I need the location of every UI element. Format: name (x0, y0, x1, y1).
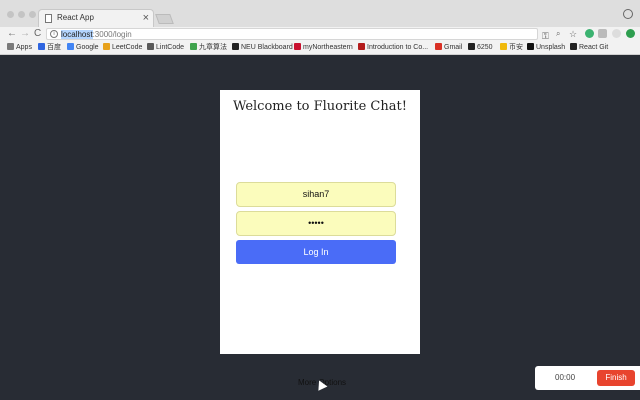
bookmark-label: 九章算法 (199, 44, 227, 51)
finish-button[interactable]: Finish (597, 370, 635, 386)
extension-green-icon[interactable] (585, 29, 594, 38)
bookmark-item[interactable]: 币安 (500, 43, 523, 52)
extension-download-icon[interactable] (626, 29, 635, 38)
bookmark-label: Unsplash (536, 44, 566, 51)
bookmark-icon (570, 43, 577, 50)
bookmark-icon (190, 43, 197, 50)
window-maximize-dot[interactable] (29, 11, 36, 18)
extension-gray-icon[interactable] (598, 29, 607, 38)
bookmark-icon (500, 43, 507, 50)
bookmark-item[interactable]: NEU Blackboard (232, 43, 293, 52)
bookmark-item[interactable]: Apps (7, 43, 32, 52)
tab-title: React App (57, 13, 94, 22)
browser-titlebar: React App × (0, 0, 640, 27)
bookmark-icon (294, 43, 301, 50)
window-minimize-dot[interactable] (18, 11, 25, 18)
bookmark-item[interactable]: Unsplash (527, 43, 565, 52)
zoom-icon[interactable]: ⌕ (556, 29, 560, 39)
reload-button[interactable]: C (34, 27, 41, 41)
extension-circle-icon[interactable] (612, 29, 621, 38)
bookmark-label: Gmail (444, 44, 463, 51)
new-tab-button[interactable] (155, 14, 174, 24)
bookmark-label: LintCode (156, 44, 185, 51)
window-close-dot[interactable] (7, 11, 14, 18)
bookmark-icon (103, 43, 110, 50)
bookmark-item[interactable]: myNortheastern (294, 43, 353, 52)
login-button[interactable]: Log In (236, 240, 396, 264)
bookmark-label: NEU Blackboard (241, 44, 293, 51)
recorder-panel: 00:00 Finish (535, 366, 640, 390)
bookmark-icon (435, 43, 442, 50)
bookmark-label: 6250 (477, 44, 493, 51)
bookmark-label: 币安 (509, 44, 523, 51)
tab-close-icon[interactable]: × (143, 11, 149, 25)
forward-button[interactable]: → (20, 27, 30, 41)
bookmark-item[interactable]: Gmail (435, 43, 462, 52)
username-input[interactable]: sihan7 (236, 182, 396, 207)
bookmark-label: Apps (16, 44, 32, 51)
bookmark-item[interactable]: 百度 (38, 43, 61, 52)
bookmark-item[interactable]: LintCode (147, 43, 184, 52)
bookmark-icon (67, 43, 74, 50)
bookmark-icon (232, 43, 239, 50)
bookmark-label: React Git (579, 44, 609, 51)
password-input[interactable]: ••••• (236, 211, 396, 236)
bookmark-icon (468, 43, 475, 50)
bookmark-icon (147, 43, 154, 50)
address-bar[interactable]: i localhost:3000/login ⚿ (46, 28, 549, 41)
back-button[interactable]: ← (7, 27, 17, 41)
bookmark-item[interactable]: React Git (570, 43, 608, 52)
bookmark-star-icon[interactable]: ☆ (569, 29, 577, 39)
bookmark-icon (527, 43, 534, 50)
url-host: localhost (61, 30, 93, 39)
url-path: :3000/login (92, 30, 132, 39)
key-icon[interactable]: ⚿ (542, 31, 549, 41)
recording-timer: 00:00 (555, 373, 576, 382)
browser-tab[interactable]: React App × (38, 9, 154, 27)
bookmark-icon (7, 43, 14, 50)
bookmark-icon (358, 43, 365, 50)
bookmark-item[interactable]: 6250 (468, 43, 493, 52)
browser-toolbar: ← → C i localhost:3000/login ⚿ ⌕ ☆ (0, 27, 640, 41)
bookmark-label: myNortheastern (303, 44, 353, 51)
bookmark-item[interactable]: LeetCode (103, 43, 142, 52)
welcome-title: Welcome to Fluorite Chat! (233, 99, 407, 114)
page-icon (45, 14, 52, 23)
login-card: Welcome to Fluorite Chat! sihan7 ••••• L… (220, 90, 420, 354)
bookmarks-bar: Apps 百度 Google LeetCode LintCode 九章算法 NEU Blac… (0, 41, 640, 55)
bookmark-label: Introduction to Co... (367, 44, 429, 51)
bookmark-icon (38, 43, 45, 50)
bookmark-label: 百度 (47, 44, 61, 51)
info-icon[interactable]: i (50, 30, 58, 38)
bookmark-label: LeetCode (112, 44, 143, 51)
bookmark-item[interactable]: Google (67, 43, 99, 52)
profile-icon[interactable] (623, 9, 633, 19)
bookmark-item[interactable]: Introduction to Co... (358, 43, 428, 52)
bookmark-label: Google (76, 44, 99, 51)
bookmark-item[interactable]: 九章算法 (190, 43, 227, 52)
